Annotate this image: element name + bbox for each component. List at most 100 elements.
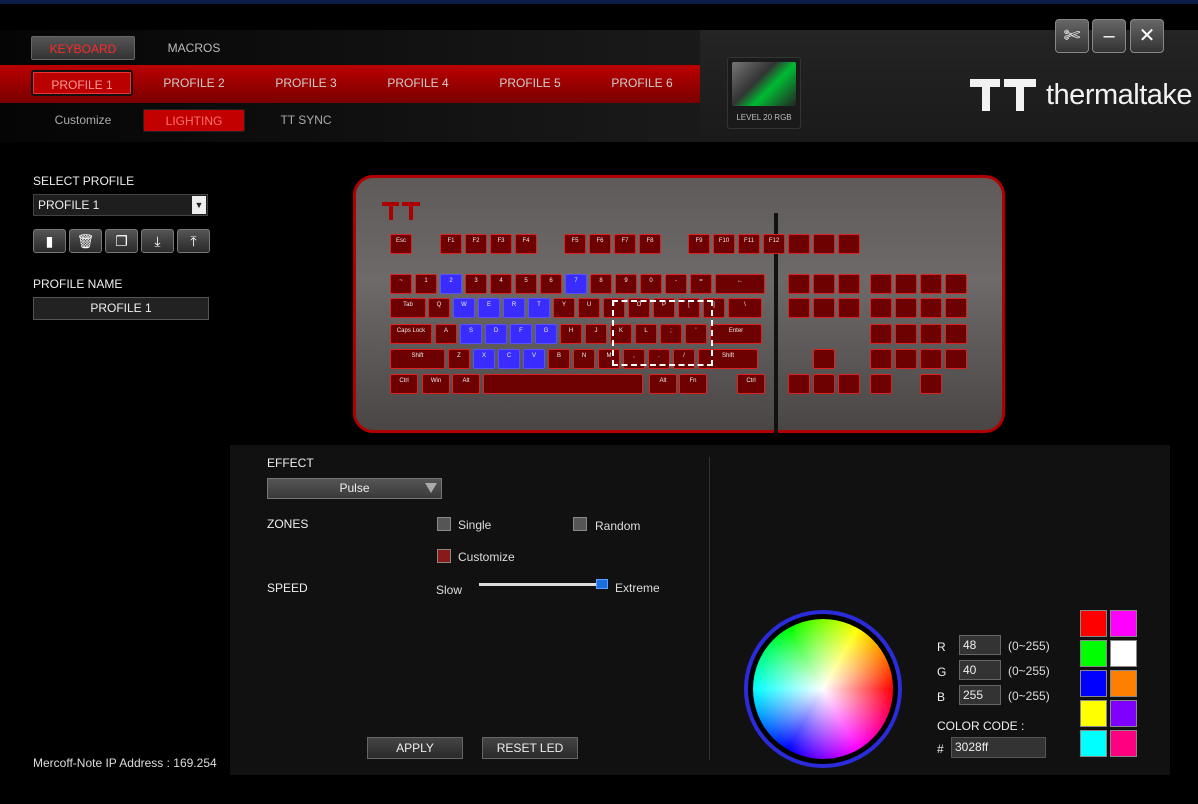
key[interactable]: Y — [553, 298, 575, 318]
key[interactable] — [483, 374, 643, 394]
tab-profile-4[interactable]: PROFILE 4 — [367, 70, 469, 96]
settings-button[interactable]: ✄ — [1055, 19, 1089, 53]
tab-profile-1[interactable]: PROFILE 1 — [31, 70, 133, 96]
color-code-input[interactable]: 3028ff — [951, 737, 1046, 758]
key[interactable] — [920, 374, 942, 394]
tab-profile-3[interactable]: PROFILE 3 — [255, 70, 357, 96]
key[interactable]: Z — [448, 349, 470, 369]
key[interactable]: T — [528, 298, 550, 318]
copy-profile-button[interactable]: ❐ — [105, 229, 138, 253]
key[interactable]: G — [535, 324, 557, 344]
key[interactable]: F1 — [440, 234, 462, 254]
key[interactable] — [813, 298, 835, 318]
key[interactable]: 5 — [515, 274, 537, 294]
key[interactable]: Ctrl — [390, 374, 418, 394]
key[interactable] — [920, 349, 942, 369]
key[interactable]: F3 — [490, 234, 512, 254]
key[interactable]: Shift — [390, 349, 445, 369]
zone-random-checkbox[interactable] — [573, 517, 587, 531]
key[interactable] — [920, 324, 942, 344]
key[interactable]: N — [573, 349, 595, 369]
key[interactable] — [945, 324, 967, 344]
key[interactable]: S — [460, 324, 482, 344]
key[interactable]: F9 — [688, 234, 710, 254]
minimize-button[interactable]: – — [1092, 19, 1126, 53]
key[interactable] — [945, 274, 967, 294]
key[interactable]: Enter — [710, 324, 762, 344]
profile-name-input[interactable]: PROFILE 1 — [33, 297, 209, 320]
close-button[interactable]: ✕ — [1130, 19, 1164, 53]
zone-single-checkbox[interactable] — [437, 517, 451, 531]
key[interactable] — [838, 298, 860, 318]
key[interactable]: E — [478, 298, 500, 318]
key[interactable] — [895, 298, 917, 318]
key[interactable]: Alt — [452, 374, 480, 394]
key[interactable] — [870, 374, 892, 394]
tab-profile-6[interactable]: PROFILE 6 — [591, 70, 693, 96]
key[interactable] — [870, 324, 892, 344]
key[interactable]: F5 — [564, 234, 586, 254]
key[interactable]: W — [453, 298, 475, 318]
tab-customize[interactable]: Customize — [33, 109, 133, 132]
key[interactable]: V — [523, 349, 545, 369]
green-input[interactable]: 40 — [959, 660, 1001, 680]
color-swatch[interactable] — [1080, 730, 1107, 757]
key[interactable] — [813, 234, 835, 254]
color-swatch[interactable] — [1110, 640, 1137, 667]
key[interactable]: 7 — [565, 274, 587, 294]
key[interactable]: F — [510, 324, 532, 344]
key[interactable]: ← — [715, 274, 765, 294]
key[interactable] — [870, 349, 892, 369]
color-swatch[interactable] — [1080, 670, 1107, 697]
color-swatch[interactable] — [1110, 700, 1137, 727]
color-swatch[interactable] — [1110, 670, 1137, 697]
delete-profile-button[interactable]: 🗑 — [69, 229, 102, 253]
key[interactable]: X — [473, 349, 495, 369]
key[interactable] — [945, 298, 967, 318]
speed-slider[interactable] — [479, 583, 604, 586]
key[interactable]: 6 — [540, 274, 562, 294]
profile-select[interactable]: PROFILE 1 ▼ — [33, 194, 208, 216]
key[interactable]: U — [578, 298, 600, 318]
key[interactable] — [813, 374, 835, 394]
color-swatch[interactable] — [1080, 610, 1107, 637]
red-input[interactable]: 48 — [959, 635, 1001, 655]
key[interactable]: 9 — [615, 274, 637, 294]
key[interactable]: Esc — [390, 234, 412, 254]
key[interactable] — [813, 349, 835, 369]
export-profile-button[interactable]: ⤒ — [177, 229, 210, 253]
key[interactable] — [945, 349, 967, 369]
key[interactable] — [788, 298, 810, 318]
key[interactable]: F11 — [738, 234, 760, 254]
key[interactable]: A — [435, 324, 457, 344]
key[interactable]: J — [585, 324, 607, 344]
blue-input[interactable]: 255 — [959, 685, 1001, 705]
key[interactable]: \ — [728, 298, 762, 318]
key[interactable]: 2 — [440, 274, 462, 294]
key[interactable]: 3 — [465, 274, 487, 294]
color-swatch[interactable] — [1110, 610, 1137, 637]
key[interactable]: 0 — [640, 274, 662, 294]
key[interactable] — [920, 274, 942, 294]
key[interactable]: - — [665, 274, 687, 294]
color-swatch[interactable] — [1110, 730, 1137, 757]
key[interactable]: 8 — [590, 274, 612, 294]
device-thumbnail[interactable]: LEVEL 20 RGB — [727, 57, 801, 129]
reset-led-button[interactable]: RESET LED — [482, 737, 578, 759]
key[interactable] — [895, 324, 917, 344]
key[interactable] — [788, 374, 810, 394]
key[interactable]: = — [690, 274, 712, 294]
key[interactable]: Alt — [649, 374, 677, 394]
key[interactable]: B — [548, 349, 570, 369]
tab-profile-5[interactable]: PROFILE 5 — [479, 70, 581, 96]
apply-button[interactable]: APPLY — [367, 737, 463, 759]
key[interactable]: ~ — [390, 274, 412, 294]
key[interactable] — [895, 274, 917, 294]
key[interactable] — [813, 274, 835, 294]
key[interactable] — [788, 234, 810, 254]
key[interactable]: F2 — [465, 234, 487, 254]
tab-profile-2[interactable]: PROFILE 2 — [143, 70, 245, 96]
key[interactable] — [870, 274, 892, 294]
tab-lighting[interactable]: LIGHTING — [143, 109, 245, 132]
key[interactable] — [838, 274, 860, 294]
